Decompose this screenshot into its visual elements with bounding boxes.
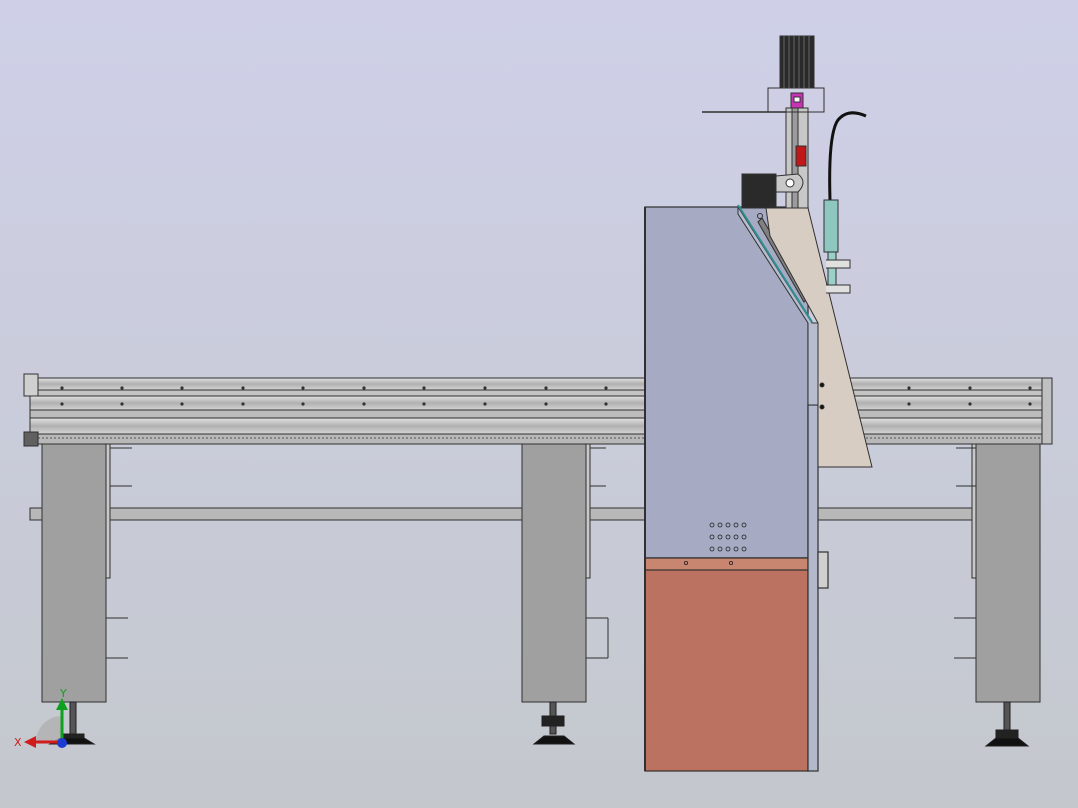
triad-y-label: Y <box>59 687 67 700</box>
z-axis-red-block <box>795 145 807 167</box>
triad-x-label: X <box>14 736 22 749</box>
machine-drawing: Y X <box>0 0 1078 808</box>
cabinet-lower-panel <box>644 557 809 772</box>
leg-right <box>975 443 1041 703</box>
gantry-rail-assembly <box>23 373 1053 447</box>
leg-middle <box>521 443 587 703</box>
cad-viewport[interactable]: Y X <box>0 0 1078 808</box>
leg-left <box>41 443 107 703</box>
